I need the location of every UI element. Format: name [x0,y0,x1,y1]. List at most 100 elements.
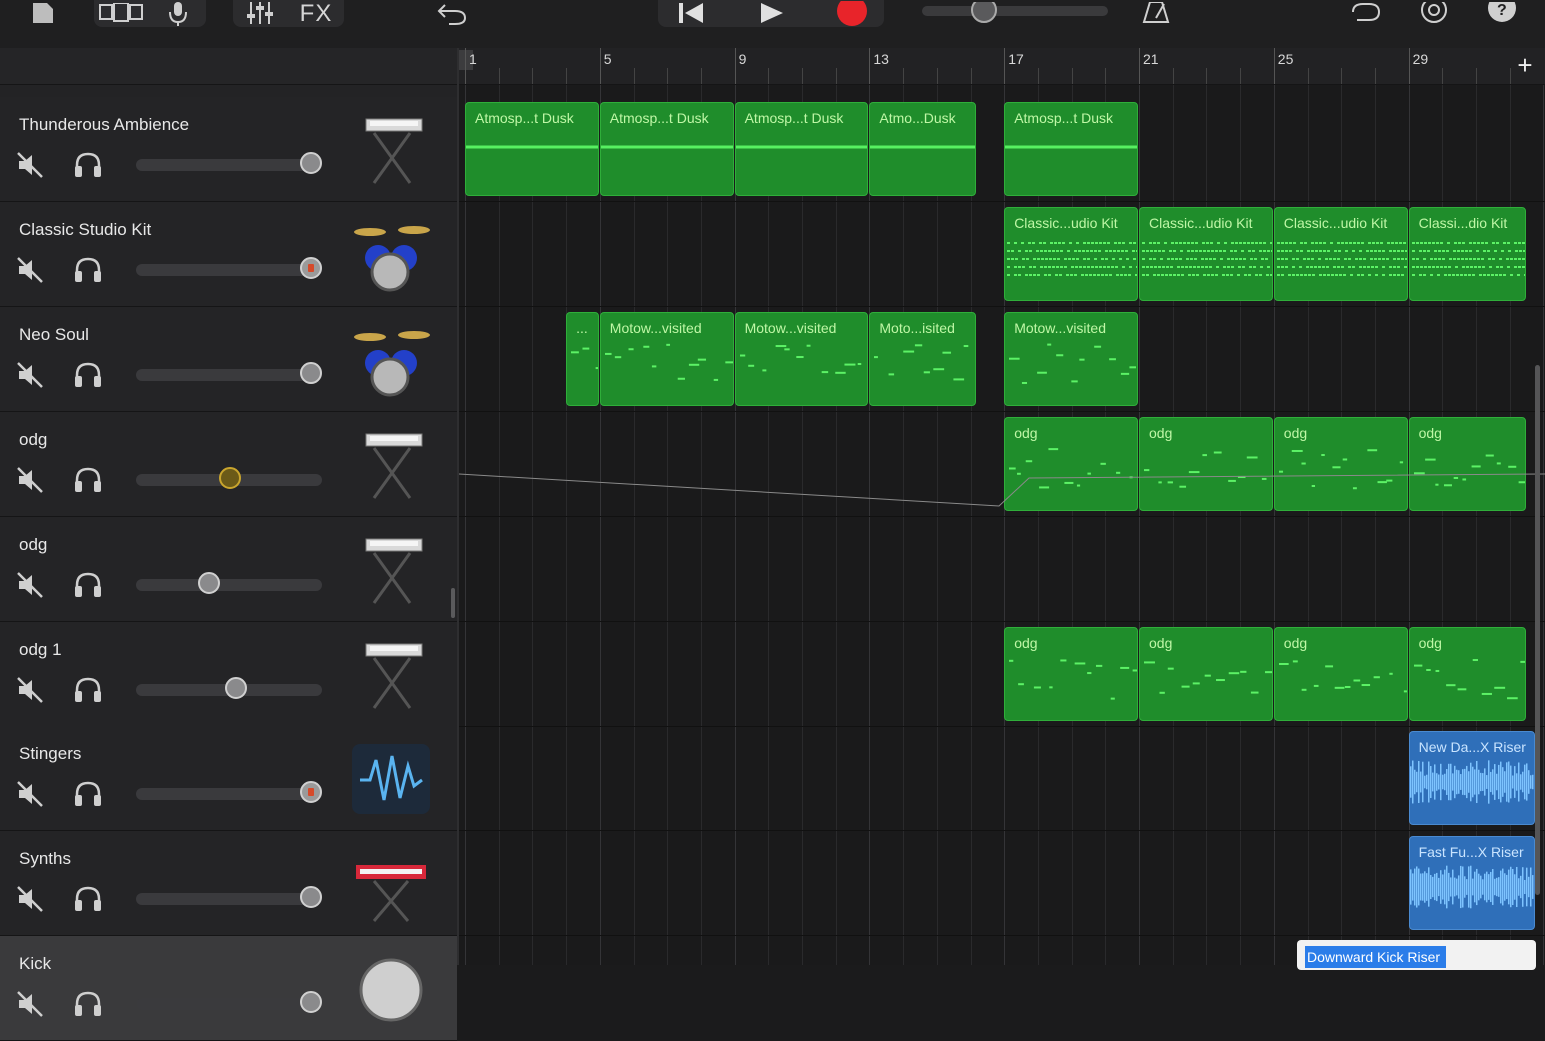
volume-knob[interactable] [300,886,322,909]
volume-slider[interactable] [136,152,322,174]
midi-region[interactable]: odg [1139,626,1273,721]
track-name[interactable]: Kick [19,954,51,974]
track-lane[interactable] [459,517,1545,622]
volume-knob[interactable] [300,256,322,279]
midi-region[interactable]: Atmosp...t Dusk [599,102,734,196]
timeline-area[interactable]: Atmosp...t Dusk Atmosp...t Dusk Atmosp...t… [459,48,1545,965]
drum-kit-icon[interactable] [348,319,434,401]
audio-region[interactable]: New Da...X Riser [1408,731,1535,826]
track-header[interactable]: Classic Studio Kit [0,201,457,307]
volume-slider[interactable] [136,466,322,489]
volume-slider[interactable] [136,781,322,804]
midi-region[interactable]: Motow...visited [734,311,869,406]
vertical-scrollbar[interactable] [1535,365,1540,895]
track-lane[interactable]: New Da...X Riser [459,726,1545,832]
volume-slider[interactable] [136,256,322,279]
volume-slider[interactable] [136,886,322,909]
track-header[interactable]: odg [0,411,457,517]
headphones-icon[interactable] [73,990,103,1018]
track-header[interactable]: odg [0,516,457,622]
track-header[interactable]: Thunderous Ambience [0,97,457,202]
red-synth-icon[interactable] [348,843,434,925]
volume-slider[interactable] [136,676,322,699]
mute-icon[interactable] [16,885,44,913]
mute-icon[interactable] [16,571,44,599]
midi-region[interactable]: Atmosp...t Dusk [734,102,869,196]
keyboard-stand-icon[interactable] [348,109,434,191]
headphones-icon[interactable] [73,780,103,808]
track-name[interactable]: Stingers [19,744,81,764]
volume-knob[interactable] [300,361,322,384]
mute-icon[interactable] [16,780,44,808]
help-icon[interactable]: ? [1484,0,1520,27]
keyboard-stand-icon[interactable] [348,634,434,716]
track-name[interactable]: Neo Soul [19,325,89,345]
panel-resize-handle[interactable] [451,588,455,618]
headphones-icon[interactable] [73,361,103,389]
midi-region[interactable]: Classic...udio Kit [1139,206,1273,301]
headphones-icon[interactable] [73,466,103,494]
midi-region[interactable]: Classi...dio Kit [1408,206,1526,301]
mute-icon[interactable] [16,151,44,179]
volume-slider[interactable] [136,361,322,384]
headphones-icon[interactable] [73,151,103,179]
mute-icon[interactable] [16,990,44,1018]
undo-icon[interactable] [434,0,470,27]
track-header[interactable]: Stingers [0,726,457,832]
add-section-button[interactable]: + [1511,51,1539,79]
midi-region[interactable]: odg [1004,416,1138,511]
midi-region[interactable]: Classic...udio Kit [1004,206,1138,301]
track-lane[interactable]: Fast Fu...X Riser [459,831,1545,937]
microphone-icon[interactable] [160,0,196,27]
midi-region[interactable]: ... [566,311,599,406]
volume-knob[interactable] [225,676,248,699]
track-lane[interactable]: ... Motow...visited Motow...visited Moto...… [459,307,1545,412]
mute-icon[interactable] [16,466,44,494]
timeline-ruler[interactable]: 1 5 9 13 17 21 25 29 + [459,48,1545,85]
master-volume-slider[interactable] [920,0,1110,27]
track-lane[interactable]: Atmosp...t Dusk Atmosp...t Dusk Atmosp...t… [459,97,1545,202]
volume-knob[interactable] [197,571,220,594]
track-lane[interactable]: odg odg odg odg [459,622,1545,727]
volume-knob[interactable] [300,781,322,804]
audio-region[interactable]: Fast Fu...X Riser [1408,836,1535,931]
mute-icon[interactable] [16,361,44,389]
track-name[interactable]: odg [19,430,47,450]
volume-knob[interactable] [219,466,241,489]
midi-region[interactable]: odg [1408,416,1526,511]
loop-icon[interactable] [1346,0,1386,27]
midi-region[interactable]: odg [1004,626,1138,721]
headphones-icon[interactable] [73,256,103,284]
track-header[interactable]: Neo Soul [0,306,457,412]
mixer-icon[interactable] [240,0,280,27]
volume-slider[interactable] [136,571,322,594]
track-lane[interactable]: Classic...udio Kit Classic...udio Kit Clas… [459,202,1545,307]
metronome-icon[interactable] [1138,0,1174,27]
midi-region[interactable]: Classic...udio Kit [1273,206,1408,301]
track-name[interactable]: Classic Studio Kit [19,220,151,240]
track-lane[interactable]: odg odg odg odg [459,412,1545,517]
rewind-icon[interactable] [670,0,710,27]
midi-region[interactable]: Moto...isited [869,311,977,406]
track-view-icon[interactable] [96,0,148,27]
midi-region[interactable]: odg [1408,626,1526,721]
volume-slider[interactable] [136,991,322,1014]
track-header[interactable]: odg 1 [0,621,457,727]
headphones-icon[interactable] [73,571,103,599]
mute-icon[interactable] [16,256,44,284]
kick-drum-icon[interactable] [348,948,434,1030]
headphones-icon[interactable] [73,676,103,704]
fx-icon[interactable]: FX [292,0,340,27]
track-name[interactable]: odg [19,535,47,555]
keyboard-stand-icon[interactable] [348,529,434,611]
waveform-icon[interactable] [348,738,434,820]
volume-knob[interactable] [300,152,322,174]
keyboard-stand-icon[interactable] [348,424,434,506]
mute-icon[interactable] [16,676,44,704]
midi-region[interactable]: Motow...visited [1004,311,1138,406]
midi-region[interactable]: odg [1273,626,1408,721]
track-header[interactable]: Kick [0,936,457,1041]
midi-region[interactable]: Motow...visited [599,311,734,406]
record-icon[interactable] [832,0,872,27]
midi-region[interactable]: Atmo...Dusk [869,102,977,196]
